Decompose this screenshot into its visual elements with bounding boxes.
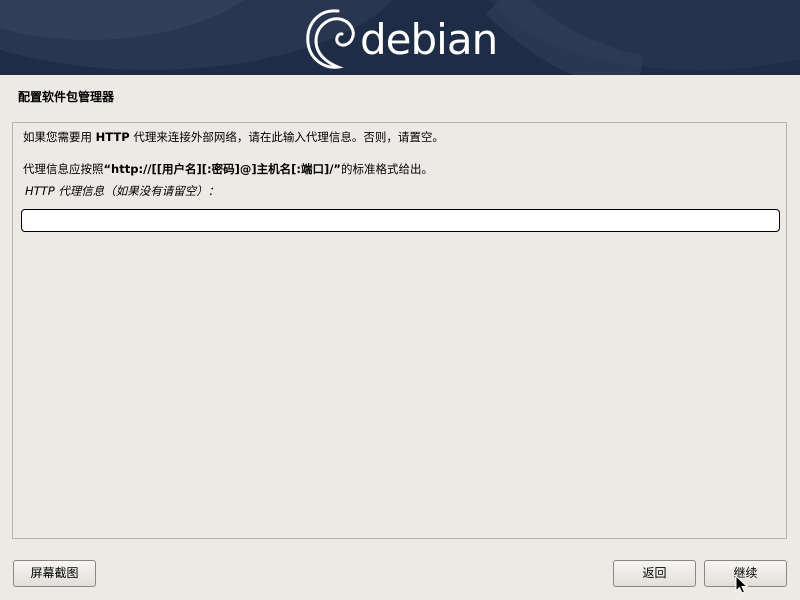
format-hint-prefix: 代理信息应按照 <box>23 162 104 176</box>
debian-banner: debian <box>0 0 800 75</box>
proxy-format-hint: 代理信息应按照“http://[[用户名][:密码]@]主机名[:端口]/”的标… <box>23 161 433 177</box>
proxy-field-label: HTTP 代理信息（如果没有请留空）： <box>25 184 220 198</box>
description-text-suffix: 代理来连接外部网络，请在此输入代理信息。否则，请置空。 <box>129 130 444 144</box>
description-text-prefix: 如果您需要用 <box>23 130 96 144</box>
proxy-input[interactable] <box>21 209 780 232</box>
screenshot-button[interactable]: 屏幕截图 <box>13 560 96 587</box>
back-button[interactable]: 返回 <box>613 560 696 587</box>
debian-logo-text: debian <box>360 15 498 64</box>
proxy-description: 如果您需要用 HTTP 代理来连接外部网络，请在此输入代理信息。否则，请置空。 <box>23 129 444 145</box>
description-text-bold: HTTP <box>95 130 130 144</box>
page-title: 配置软件包管理器 <box>18 90 115 104</box>
format-hint-pattern: “http://[[用户名][:密码]@]主机名[:端口]/” <box>103 162 341 176</box>
mouse-pointer-icon <box>735 575 749 594</box>
format-hint-suffix: 的标准格式给出。 <box>340 162 433 176</box>
content-panel: 如果您需要用 HTTP 代理来连接外部网络，请在此输入代理信息。否则，请置空。 … <box>12 122 787 539</box>
